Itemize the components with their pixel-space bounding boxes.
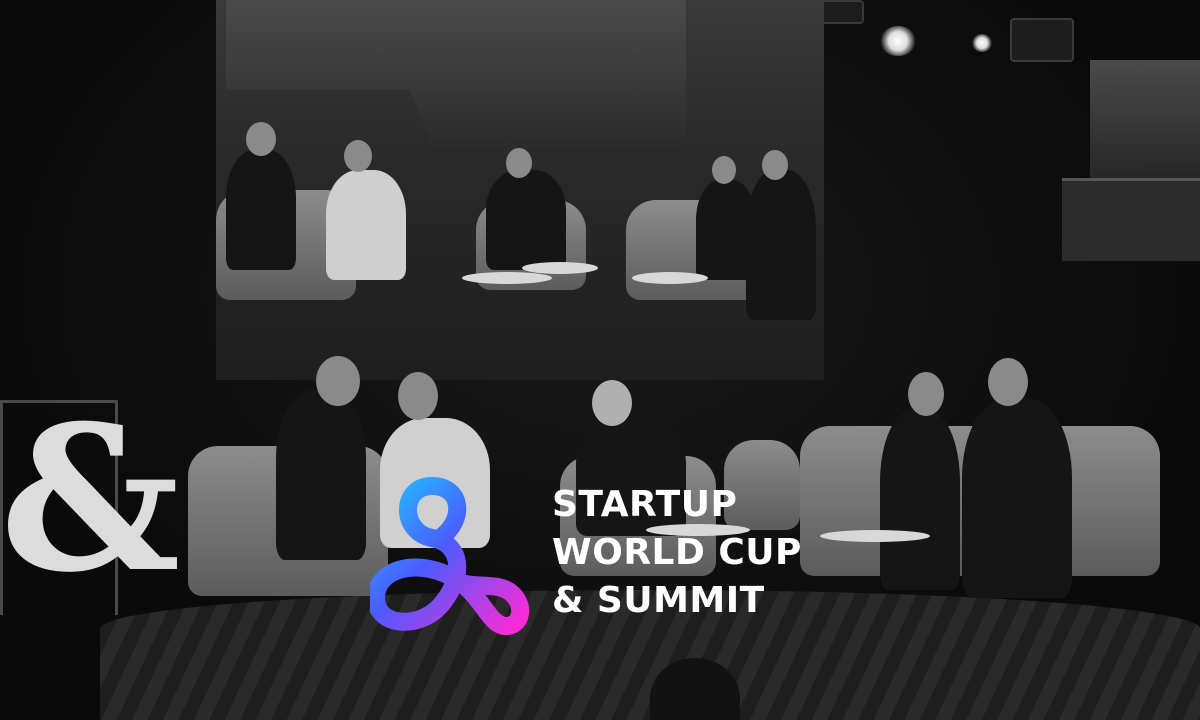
panelist-head xyxy=(908,372,944,416)
wordmark-line-3: & SUMMIT xyxy=(552,580,765,621)
screen-person-head xyxy=(344,140,372,172)
screen-table xyxy=(632,272,708,284)
spotlight-fixture xyxy=(1010,18,1074,62)
panelist-head xyxy=(398,372,438,420)
background-window xyxy=(1090,60,1200,190)
event-wordmark: STARTUP WORLD CUP & SUMMIT xyxy=(552,481,802,625)
panelist-head xyxy=(988,358,1028,406)
screen-person xyxy=(486,170,566,270)
screen-person-head xyxy=(246,122,276,156)
panelist xyxy=(276,390,366,560)
panelist xyxy=(962,398,1072,598)
screen-person-head xyxy=(506,148,532,178)
coffee-table xyxy=(820,530,930,542)
screen-person xyxy=(226,150,296,270)
screen-table xyxy=(462,272,552,284)
wordmark-line-1: STARTUP xyxy=(552,484,738,525)
stage-light xyxy=(972,34,992,52)
ampersand-logo-icon xyxy=(370,477,529,635)
panelist xyxy=(880,410,960,590)
ampersand-stage-prop: & xyxy=(0,382,181,617)
panel-photo: & STARTUP WORLD CUP & SUMMIT xyxy=(0,0,1200,720)
wordmark-line-2: WORLD CUP xyxy=(552,532,802,573)
stage-light xyxy=(880,26,916,56)
projection-screen xyxy=(216,0,824,380)
screen-person xyxy=(746,170,816,320)
screen-person-head xyxy=(762,150,788,180)
screen-table xyxy=(522,262,598,274)
screen-inset xyxy=(226,0,686,150)
panelist-head xyxy=(592,380,632,426)
screen-person xyxy=(326,170,406,280)
panelist-head xyxy=(316,356,360,406)
balcony xyxy=(1062,178,1200,261)
screen-person-head xyxy=(712,156,736,184)
